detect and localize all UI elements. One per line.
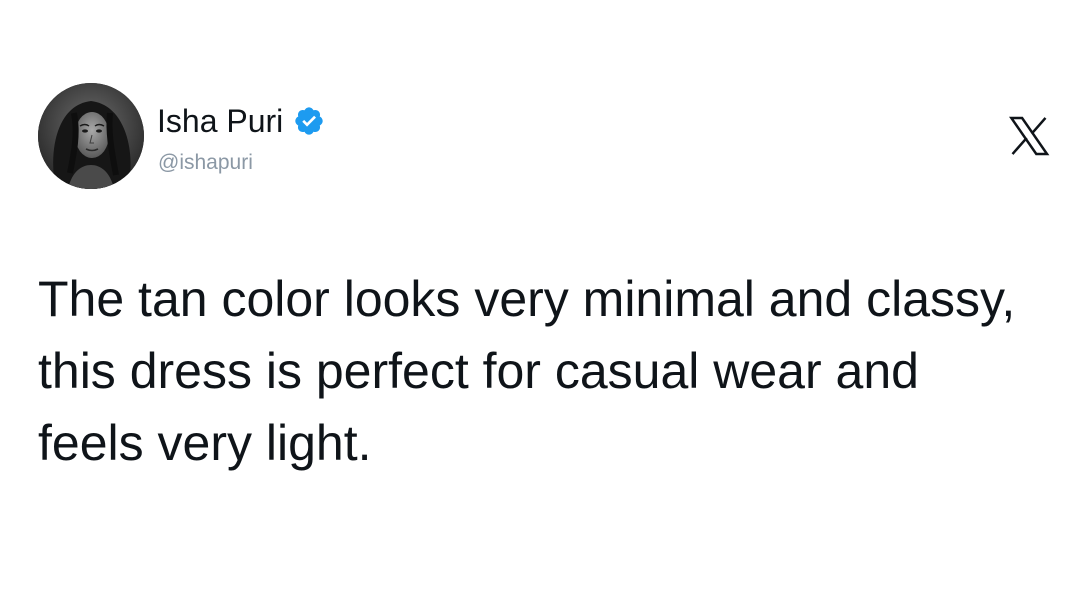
avatar-image: [38, 83, 144, 189]
tweet-card: Isha Puri @ishapuri The tan color looks …: [0, 0, 1088, 616]
author-name-row[interactable]: Isha Puri: [157, 102, 325, 140]
author-display-name[interactable]: Isha Puri: [157, 102, 283, 140]
author-handle[interactable]: @ishapuri: [158, 150, 253, 176]
verified-badge-icon: [293, 105, 325, 137]
tweet-text: The tan color looks very minimal and cla…: [38, 271, 1016, 471]
x-logo-icon[interactable]: [1006, 113, 1052, 159]
avatar[interactable]: [38, 83, 144, 189]
